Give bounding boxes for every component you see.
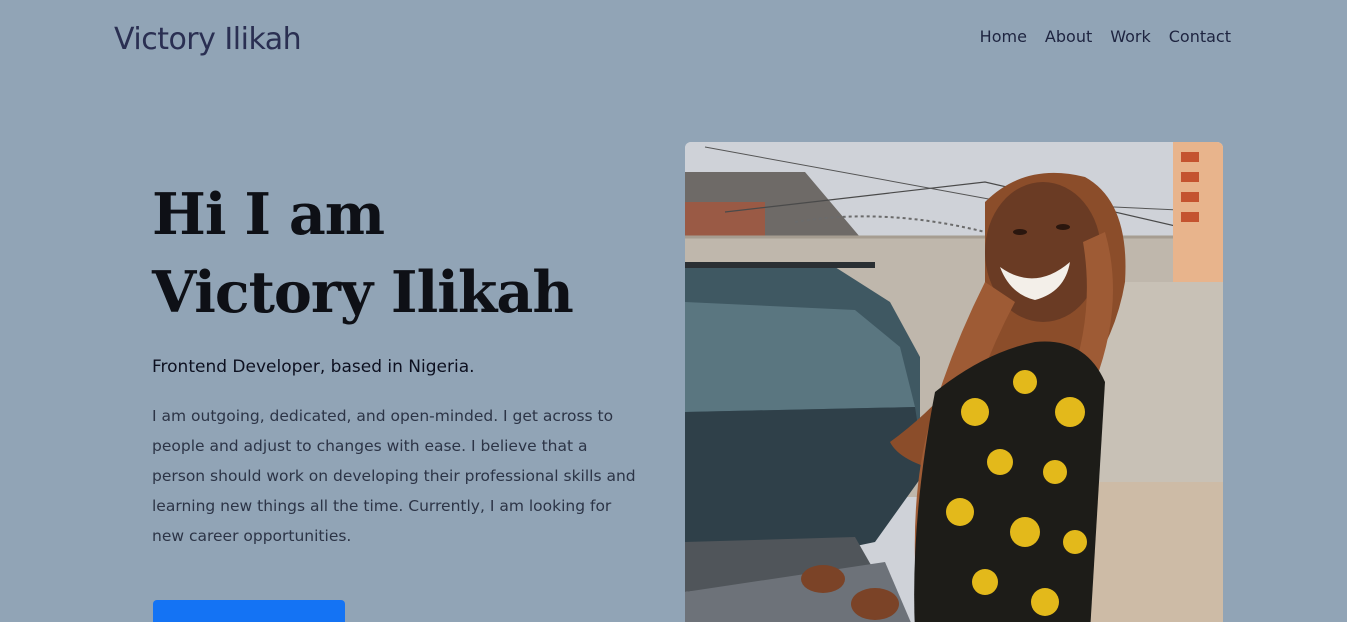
hero-title: Hi I am Victory Ilikah [152,181,574,326]
nav-link-work[interactable]: Work [1110,27,1151,47]
nav-link-contact[interactable]: Contact [1169,27,1231,47]
main-nav: Home About Work Contact [980,27,1231,47]
hero-subtitle: Frontend Developer, based in Nigeria. [152,357,475,377]
hero-cta-button[interactable] [153,600,345,622]
site-logo-text[interactable]: Victory Ilikah [114,21,302,59]
profile-photo-illustration [685,142,1223,622]
nav-link-about[interactable]: About [1045,27,1092,47]
nav-link-home[interactable]: Home [980,27,1027,47]
profile-photo [685,142,1223,622]
hero-bio: I am outgoing, dedicated, and open-minde… [152,407,636,545]
